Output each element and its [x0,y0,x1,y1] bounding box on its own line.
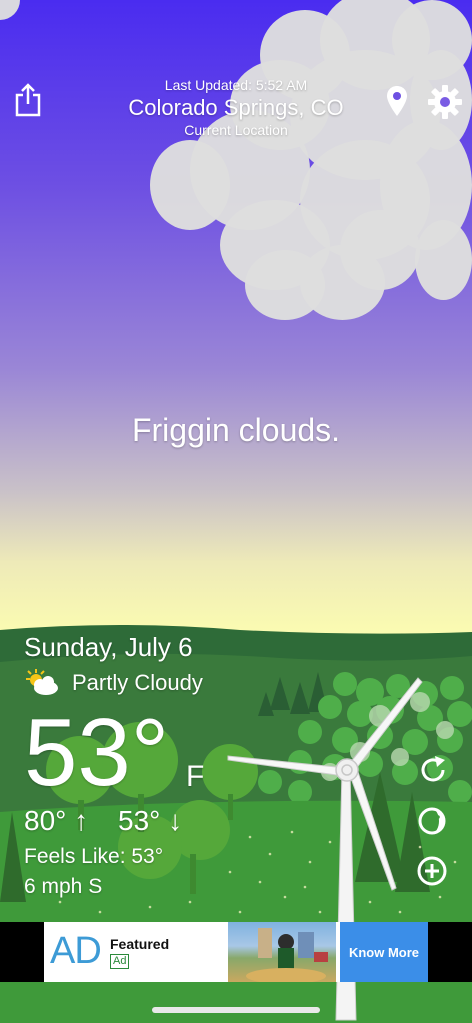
condition-label: Partly Cloudy [72,670,203,695]
location-pin-icon[interactable] [385,84,409,118]
partly-cloudy-icon [26,669,58,695]
high-temp-value: 80° [24,805,67,836]
ad-tag: Ad [110,954,130,969]
ad-logo: AD [50,930,102,972]
wind-label: 6 mph S [24,875,103,898]
moon-phase-icon[interactable] [416,805,448,837]
ad-know-more-button[interactable]: Know More [340,922,428,982]
temperature-unit[interactable]: F [186,760,204,794]
plus-circle-icon[interactable] [416,855,448,887]
temperature-value: 53° [24,699,170,806]
ad-title: Featured [110,936,170,952]
low-temp: 53° ↓ [118,805,182,837]
weather-message: Friggin clouds. [131,412,341,448]
ad-banner[interactable]: AD Featured Ad Know More [0,922,472,982]
home-indicator[interactable] [152,1007,320,1013]
ad-image [228,922,336,982]
refresh-icon[interactable] [416,753,450,787]
feels-like-label: Feels Like: 53° [24,845,164,868]
gear-icon[interactable] [427,84,463,120]
date-label: Sunday, July 6 [24,632,193,662]
arrow-down-icon: ↓ [168,805,183,836]
high-temp: 80° ↑ [24,805,88,837]
ad-content[interactable]: AD Featured Ad Know More [44,922,428,982]
low-temp-value: 53° [118,805,161,836]
location-subtitle: Current Location [184,122,288,138]
arrow-up-icon: ↑ [74,805,89,836]
